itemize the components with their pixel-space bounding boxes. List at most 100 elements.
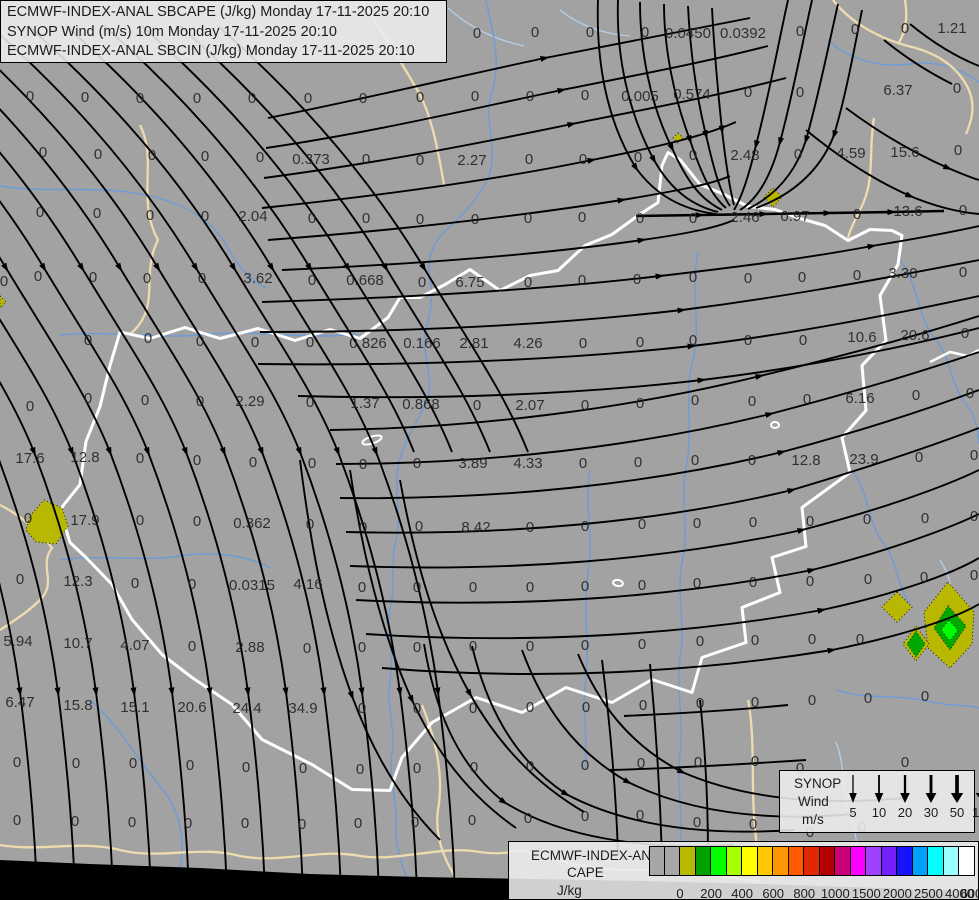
map-value-label: 0 xyxy=(34,268,42,285)
map-value-label: 0 xyxy=(638,577,646,594)
wind-legend: SYNOP Wind m/s 5 10 20 30 50 100 xyxy=(779,770,979,833)
map-value-label: 0 xyxy=(641,24,649,41)
map-value-label: 0 xyxy=(248,90,256,107)
map-value-label: 0 xyxy=(411,814,419,831)
map-value-label: 0 xyxy=(808,631,816,648)
map-value-label: 0.362 xyxy=(233,515,271,532)
map-value-label: 0 xyxy=(691,452,699,469)
cape-color-cell xyxy=(850,846,867,876)
map-value-label: 0 xyxy=(744,270,752,287)
cape-color-cell xyxy=(711,846,727,876)
map-value-label: 6.75 xyxy=(455,274,484,291)
map-value-label: 0 xyxy=(901,754,909,771)
map-value-label: 0 xyxy=(526,638,534,655)
map-value-label: 0 xyxy=(470,759,478,776)
map-value-label: 0 xyxy=(94,146,102,163)
map-value-label: 23.9 xyxy=(849,451,878,468)
map-value-label: 0 xyxy=(16,571,24,588)
cape-tick-label: 2000 xyxy=(882,886,912,900)
map-value-label: 0 xyxy=(354,815,362,832)
map-value-label: 0 xyxy=(751,753,759,770)
map-value-label: 0 xyxy=(921,510,929,527)
cape-color-cell xyxy=(943,846,960,876)
cape-tick-label: 1000 xyxy=(820,886,850,900)
wind-arrow-icon xyxy=(950,775,964,803)
map-value-label: 0 xyxy=(689,332,697,349)
cape-tick-label: 1500 xyxy=(851,886,881,900)
map-value-label: 3.89 xyxy=(458,455,487,472)
cape-color-cell xyxy=(959,846,975,876)
wind-speed-scale-item: 10 xyxy=(866,774,892,820)
map-value-label: 0 xyxy=(636,210,644,227)
map-value-label: 2.29 xyxy=(235,393,264,410)
map-value-label: 0 xyxy=(526,88,534,105)
cape-tick-label: 600 xyxy=(762,886,785,900)
map-value-label: 0 xyxy=(638,636,646,653)
map-value-label: 1.37 xyxy=(350,395,379,412)
map-value-label: 0 xyxy=(13,754,21,771)
map-value-label: 0 xyxy=(146,207,154,224)
map-value-label: 0 xyxy=(526,758,534,775)
map-value-label: 0.826 xyxy=(349,335,387,352)
cape-color-cell xyxy=(757,846,774,876)
map-value-label: 2.07 xyxy=(515,397,544,414)
cape-legend-title: ECMWF-INDEX-ANAL xyxy=(531,848,668,863)
map-value-label: 0 xyxy=(306,334,314,351)
map-value-label: 0 xyxy=(415,518,423,535)
cape-color-cell xyxy=(835,846,851,876)
map-value-label: 0 xyxy=(24,510,32,527)
cape-color-cell xyxy=(819,846,836,876)
wind-speed-value: 30 xyxy=(923,805,939,820)
map-value-label: 0 xyxy=(413,455,421,472)
map-value-label: 0 xyxy=(416,211,424,228)
map-value-label: 0 xyxy=(864,571,872,588)
map-value-label: 0 xyxy=(696,695,704,712)
map-value-label: 6.37 xyxy=(883,82,912,99)
map-value-label: 0 xyxy=(89,269,97,286)
map-value-label: 17.6 xyxy=(15,450,44,467)
map-value-label: 0 xyxy=(526,699,534,716)
map-value-label: 0 xyxy=(299,760,307,777)
map-value-label: 0 xyxy=(306,516,314,533)
map-value-label: 0 xyxy=(636,334,644,351)
map-value-label: 0 xyxy=(637,755,645,772)
map-value-label: 17.9 xyxy=(70,512,99,529)
map-value-label: 20.6 xyxy=(177,699,206,716)
map-value-label: 0 xyxy=(416,152,424,169)
map-value-label: 0 xyxy=(915,449,923,466)
map-value-label: 0 xyxy=(356,761,364,778)
cape-tick-label: 0 xyxy=(676,886,684,900)
map-value-label: 0 xyxy=(864,690,872,707)
map-value-label: 0 xyxy=(201,148,209,165)
map-value-label: 4.26 xyxy=(513,335,542,352)
map-value-label: 0 xyxy=(249,454,257,471)
map-value-label: 0 xyxy=(851,21,859,38)
map-value-label: 0 xyxy=(901,20,909,37)
map-value-label: 0 xyxy=(748,393,756,410)
map-value-label: 12.8 xyxy=(70,449,99,466)
map-value-label: 0.0392 xyxy=(720,25,766,42)
map-value-label: 0 xyxy=(749,574,757,591)
wind-legend-subtitle: Wind xyxy=(798,794,829,809)
cape-color-cell xyxy=(742,846,758,876)
cape-color-cell xyxy=(695,846,712,876)
map-value-label: 0 xyxy=(853,267,861,284)
map-value-label: 0 xyxy=(636,395,644,412)
wind-arrow-icon xyxy=(975,793,979,798)
map-value-label: 3.30 xyxy=(888,265,917,282)
map-value-label: 0 xyxy=(579,151,587,168)
map-value-label: 1.21 xyxy=(937,20,966,37)
map-value-label: 0 xyxy=(749,514,757,531)
wind-speed-value: 100 xyxy=(972,805,979,820)
map-value-label: 0 xyxy=(582,699,590,716)
cape-tick-label: 2500 xyxy=(913,886,943,900)
map-value-label: 0 xyxy=(638,516,646,533)
map-value-label: 0 xyxy=(413,700,421,717)
map-value-label: 2.81 xyxy=(459,335,488,352)
map-value-label: 0 xyxy=(193,513,201,530)
map-value-label: 0 xyxy=(634,149,642,166)
map-value-label: 0 xyxy=(256,149,264,166)
map-value-label: 0 xyxy=(93,205,101,222)
map-value-label: 0 xyxy=(36,204,44,221)
map-value-label: 0 xyxy=(26,398,34,415)
